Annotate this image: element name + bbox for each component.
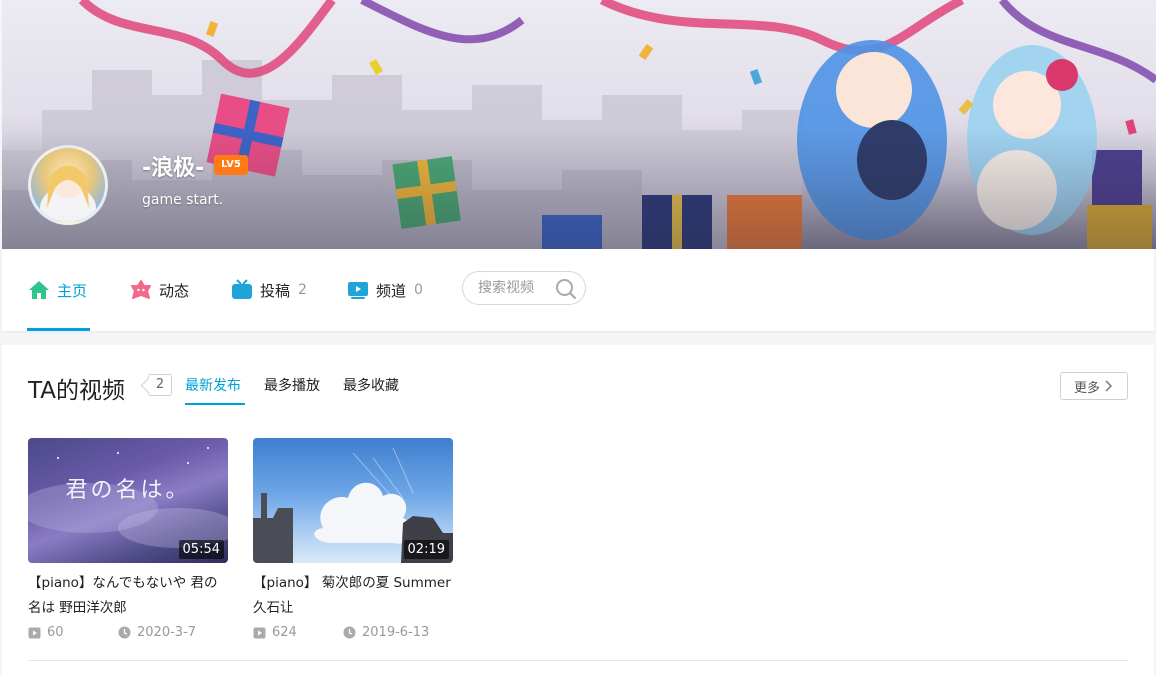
user-bio: game start. — [142, 192, 224, 208]
tv-icon — [231, 279, 253, 301]
video-duration: 02:19 — [403, 540, 449, 559]
videos-section: TA的视频 2 最新发布 最多播放 最多收藏 更多 君の名は。 05:54 【p… — [2, 345, 1154, 675]
play-icon — [28, 627, 41, 638]
tab-channels-label: 频道 — [376, 281, 407, 300]
home-icon — [28, 279, 50, 301]
active-tab-indicator — [27, 328, 90, 331]
profile-banner: -浪极- LV5 game start. — [2, 0, 1156, 249]
section-divider — [28, 660, 1128, 661]
video-card[interactable]: 君の名は。 05:54 【piano】なんでもないや 君の名は 野田洋次郎 60… — [28, 438, 228, 640]
play-count: 624 — [253, 625, 343, 640]
tab-uploads[interactable]: 投稿 2 — [231, 249, 307, 331]
search-icon[interactable] — [555, 278, 577, 304]
tab-uploads-label: 投稿 — [260, 281, 291, 300]
upload-date: 2019-6-13 — [343, 625, 429, 640]
tab-dynamic[interactable]: 动态 — [130, 249, 189, 331]
avatar[interactable] — [28, 145, 108, 225]
sort-most-favorited[interactable]: 最多收藏 — [343, 375, 399, 395]
video-title[interactable]: 【piano】 菊次郎の夏 Summer 久石让 — [253, 571, 453, 621]
video-count-badge: 2 — [148, 374, 172, 396]
tab-channels[interactable]: 频道 0 — [347, 249, 423, 331]
dynamic-icon — [130, 279, 152, 301]
tab-home[interactable]: 主页 — [28, 249, 87, 331]
tab-channels-count: 0 — [414, 282, 423, 298]
video-search — [462, 271, 586, 305]
tab-dynamic-label: 动态 — [159, 281, 190, 300]
username: -浪极- — [142, 156, 205, 181]
video-meta: 624 2019-6-13 — [253, 625, 453, 640]
video-title[interactable]: 【piano】なんでもないや 君の名は 野田洋次郎 — [28, 571, 228, 621]
banner-shade — [2, 129, 1156, 249]
more-button[interactable]: 更多 — [1060, 372, 1128, 400]
upload-date-value: 2019-6-13 — [362, 625, 430, 640]
tab-uploads-count: 2 — [298, 282, 307, 298]
video-duration: 05:54 — [178, 540, 224, 559]
clock-icon — [118, 626, 131, 639]
clock-icon — [343, 626, 356, 639]
upload-date-value: 2020-3-7 — [137, 625, 197, 640]
level-badge: LV5 — [214, 155, 248, 175]
video-meta: 60 2020-3-7 — [28, 625, 228, 640]
section-title: TA的视频 — [28, 378, 125, 404]
thumbnail-title-text: 君の名は。 — [65, 478, 191, 503]
video-card[interactable]: 02:19 【piano】 菊次郎の夏 Summer 久石让 624 2019-… — [253, 438, 453, 640]
tab-home-label: 主页 — [57, 281, 88, 300]
video-thumbnail[interactable]: 君の名は。 05:54 — [28, 438, 228, 563]
chevron-right-icon — [1105, 380, 1113, 392]
avatar-image — [40, 165, 96, 222]
play-icon — [253, 627, 266, 638]
channel-icon — [347, 279, 369, 301]
sort-tab-indicator — [185, 403, 245, 405]
play-count-value: 60 — [47, 625, 64, 640]
video-thumbnail[interactable]: 02:19 — [253, 438, 453, 563]
more-button-label: 更多 — [1073, 380, 1100, 396]
play-count: 60 — [28, 625, 118, 640]
upload-date: 2020-3-7 — [118, 625, 196, 640]
sort-latest[interactable]: 最新发布 — [185, 375, 241, 395]
play-count-value: 624 — [272, 625, 297, 640]
profile-nav: 主页 动态 投稿 2 频道 0 — [2, 249, 1154, 331]
sort-most-played[interactable]: 最多播放 — [264, 375, 320, 395]
search-input[interactable] — [476, 279, 560, 297]
